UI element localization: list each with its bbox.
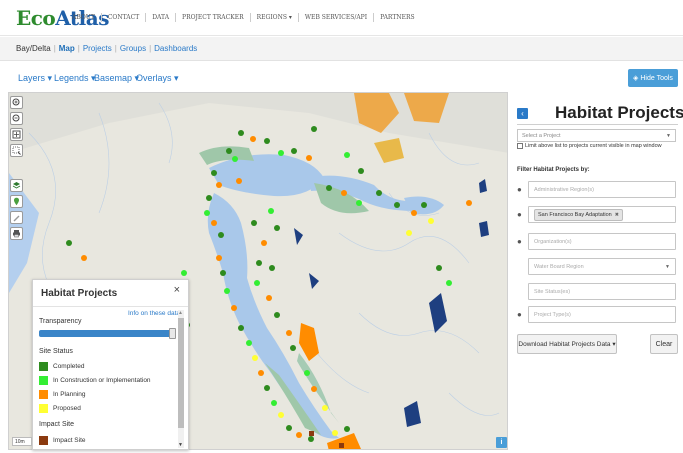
breadcrumb-root[interactable]: Bay/Delta: [16, 44, 51, 53]
download-data-button[interactable]: Download Habitat Projects Data ▾: [517, 334, 617, 354]
nav-regions[interactable]: REGIONS ▾: [249, 13, 298, 22]
select-project-placeholder: Select a Project: [522, 132, 561, 139]
nav-about[interactable]: ABOUT: [66, 13, 101, 22]
legend-swatch: [39, 436, 48, 445]
remove-tag-icon[interactable]: ✖: [615, 212, 619, 218]
site-status-label: Site Status: [39, 348, 73, 355]
project-group-filter[interactable]: San Francisco Bay Adaptation ✖: [528, 206, 676, 223]
draw-icon[interactable]: [10, 211, 23, 224]
zoom-box-icon[interactable]: [10, 144, 23, 157]
location-pin-icon: ●: [517, 237, 522, 246]
legend-close-icon[interactable]: ×: [174, 284, 180, 296]
legend-title: Habitat Projects: [41, 288, 118, 299]
legend-divider: [33, 306, 188, 307]
limit-visible-checkbox[interactable]: Limit above list to projects current vis…: [517, 143, 662, 149]
breadcrumb-current[interactable]: Map: [59, 44, 75, 53]
collapse-icon[interactable]: ‹: [517, 108, 528, 119]
zoom-in-icon[interactable]: [10, 96, 23, 109]
hide-tools-button[interactable]: ◈ Hide Tools: [628, 69, 678, 87]
scroll-up-icon[interactable]: ▲: [178, 310, 183, 316]
tools-sidebar: ‹ Habitat Projects Select a Project ▼ Li…: [513, 96, 683, 450]
location-pin-icon: ●: [517, 310, 522, 319]
full-extent-icon[interactable]: [10, 128, 23, 141]
transparency-label: Transparency: [39, 318, 82, 325]
location-pin-icon: ●: [517, 210, 522, 219]
sidebar-divider: [517, 124, 678, 125]
legend-scrollbar-thumb[interactable]: [178, 318, 184, 428]
nav-data[interactable]: DATA: [145, 13, 175, 22]
legends-menu[interactable]: Legends ▾: [54, 73, 96, 84]
impact-site: [339, 443, 344, 448]
legend-item-label: In Planning: [53, 391, 86, 398]
top-nav: EcoAtlas ABOUT CONTACT DATA PROJECT TRAC…: [0, 0, 683, 36]
overlays-menu[interactable]: Overlays ▾: [136, 73, 179, 84]
info-on-data-link[interactable]: Info on these data: [128, 310, 180, 317]
legend-swatch: [39, 404, 48, 413]
layers-menu[interactable]: Layers ▾: [18, 73, 52, 84]
impact-site: [309, 431, 314, 436]
filter-placeholder: Administrative Region(s): [534, 186, 594, 193]
legend-item-label: Completed: [53, 363, 85, 370]
nav-web-services[interactable]: WEB SERVICES/API: [297, 13, 373, 22]
transparency-slider[interactable]: [39, 330, 173, 337]
legend-item: Impact Site: [39, 436, 86, 445]
layers-icon[interactable]: [10, 179, 23, 192]
legend-item-label: In Construction or Implementation: [53, 377, 151, 384]
zoom-out-icon[interactable]: [10, 112, 23, 125]
legend-scrollbar[interactable]: ▲ ▼: [178, 310, 184, 448]
legend-swatch: [39, 376, 48, 385]
impact-site-label: Impact Site: [39, 421, 75, 428]
filter-placeholder: Water Board Region: [534, 263, 584, 270]
breadcrumb: Bay/Delta | Map | Projects | Groups | Da…: [0, 37, 683, 61]
breadcrumb-separator: |: [77, 44, 80, 53]
select-project-dropdown[interactable]: Select a Project ▼: [517, 129, 676, 142]
sidebar-title: Habitat Projects: [555, 103, 683, 122]
filter-label: Filter Habitat Projects by:: [517, 167, 590, 173]
legend-item: In Construction or Implementation: [39, 376, 151, 385]
breadcrumb-dashboards[interactable]: Dashboards: [154, 44, 197, 53]
legend-swatch: [39, 362, 48, 371]
basemap-menu[interactable]: Basemap ▾: [94, 73, 139, 84]
filter-placeholder: Project Type(s): [534, 311, 571, 318]
legend-item: In Planning: [39, 390, 86, 399]
breadcrumb-projects[interactable]: Projects: [83, 44, 112, 53]
scale-bar: 10m: [12, 437, 32, 446]
nav-project-tracker[interactable]: PROJECT TRACKER: [175, 13, 250, 22]
project-type-filter[interactable]: Project Type(s): [528, 306, 676, 323]
legend-item-label: Impact Site: [53, 437, 86, 444]
transparency-slider-handle[interactable]: [169, 328, 176, 339]
filter-placeholder: Organization(s): [534, 238, 572, 245]
filter-placeholder: Site Status(es): [534, 288, 571, 295]
map-toolbar: Layers ▾ Legends ▾ Basemap ▾ Overlays ▾ …: [0, 62, 683, 92]
scroll-down-icon[interactable]: ▼: [178, 442, 183, 448]
legend-item-label: Proposed: [53, 405, 81, 412]
organization-filter[interactable]: Organization(s): [528, 233, 676, 250]
clear-button[interactable]: Clear: [650, 334, 678, 354]
legend-item: Proposed: [39, 404, 81, 413]
nav-partners[interactable]: PARTNERS: [373, 13, 421, 22]
checkbox-box[interactable]: [517, 143, 523, 149]
legend-swatch: [39, 390, 48, 399]
legend-item: Completed: [39, 362, 84, 371]
filter-tag-label: San Francisco Bay Adaptation: [538, 211, 612, 218]
breadcrumb-groups[interactable]: Groups: [120, 44, 146, 53]
location-pin-icon: ●: [517, 185, 522, 194]
breadcrumb-separator: |: [53, 44, 56, 53]
water-board-region-dropdown[interactable]: Water Board Region ▼: [528, 258, 676, 275]
breadcrumb-separator: |: [149, 44, 152, 53]
breadcrumb-separator: |: [114, 44, 117, 53]
legend-panel: Habitat Projects × Info on these data Tr…: [32, 279, 189, 450]
chevron-down-icon: ▼: [665, 264, 670, 270]
limit-visible-label: Limit above list to projects current vis…: [525, 143, 662, 149]
nav-links: ABOUT CONTACT DATA PROJECT TRACKER REGIO…: [66, 13, 421, 22]
info-icon[interactable]: i: [496, 437, 507, 448]
site-status-filter[interactable]: Site Status(es): [528, 283, 676, 300]
filter-tag[interactable]: San Francisco Bay Adaptation ✖: [534, 208, 623, 221]
nav-contact[interactable]: CONTACT: [100, 13, 145, 22]
print-icon[interactable]: [10, 227, 23, 240]
marker-icon[interactable]: [10, 195, 23, 208]
administrative-region-filter[interactable]: Administrative Region(s): [528, 181, 676, 198]
chevron-down-icon: ▼: [666, 133, 671, 139]
